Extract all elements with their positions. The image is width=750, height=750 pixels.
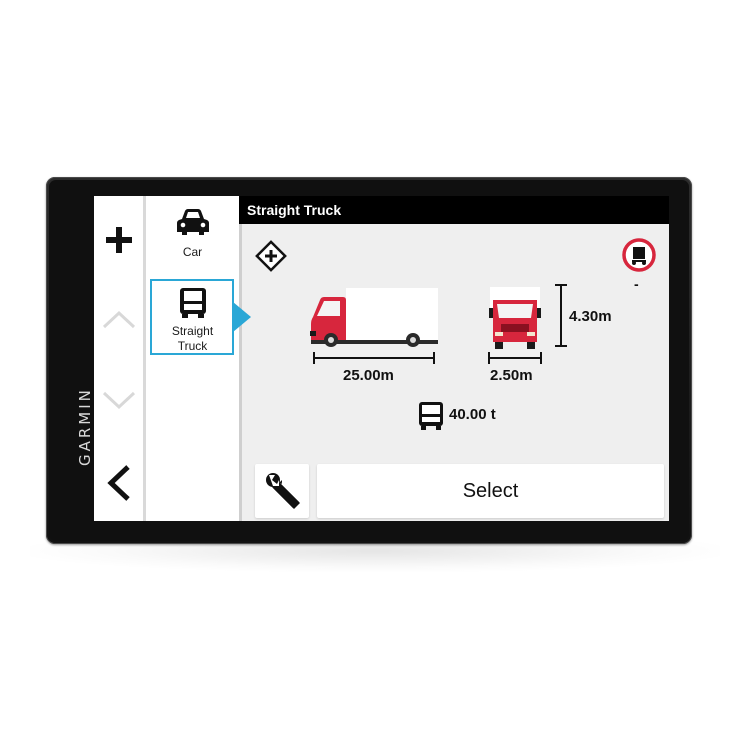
vehicle-length[interactable]: 25.00m — [343, 367, 394, 384]
weight-icon-wrap — [418, 401, 444, 436]
add-button[interactable] — [94, 216, 143, 264]
page-title: Straight Truck — [239, 196, 669, 224]
scroll-up-button[interactable] — [94, 300, 143, 340]
truck-weight-icon — [419, 402, 443, 430]
scroll-down-button[interactable] — [94, 380, 143, 420]
width-dimension-line — [488, 352, 542, 364]
chevron-down-icon — [102, 391, 135, 410]
vehicle-weight[interactable]: 40.00 t — [449, 406, 496, 423]
hazmat-button[interactable] — [254, 239, 288, 278]
vehicle-width[interactable]: 2.50m — [490, 367, 533, 384]
truck-front-illustration — [487, 286, 543, 355]
mode-item-car[interactable]: Car — [146, 208, 239, 259]
mode-item-straight-truck-content: Straight Truck — [146, 287, 239, 354]
length-dimension-line — [313, 352, 435, 364]
nav-column — [94, 196, 143, 521]
select-button[interactable]: Select — [317, 464, 664, 518]
truck-side-illustration — [310, 287, 440, 354]
plus-icon — [105, 227, 132, 253]
screen: Car Straight Truck Straight Truck - 25.0… — [94, 196, 669, 521]
vehicle-mode-list: Car Straight Truck — [143, 196, 242, 521]
height-dimension-line — [555, 284, 567, 347]
truck-side-view-icon — [310, 288, 438, 347]
hazmat-diamond-icon — [255, 240, 287, 272]
mode-label-straight-truck: Straight Truck — [171, 324, 214, 353]
selection-pointer — [233, 302, 251, 332]
truck-front-view-icon — [489, 287, 541, 349]
chevron-up-icon — [102, 310, 135, 329]
truck-restriction-sign[interactable] — [622, 238, 656, 277]
restriction-value: - — [634, 276, 639, 292]
back-button[interactable] — [94, 458, 143, 508]
no-trucks-sign-icon — [622, 238, 656, 272]
brand-logo: GARMIN — [76, 387, 94, 466]
truck-icon — [179, 288, 206, 318]
mode-label-car: Car — [182, 245, 203, 259]
settings-button[interactable] — [255, 464, 309, 518]
vehicle-height[interactable]: 4.30m — [569, 308, 612, 325]
car-icon — [176, 209, 209, 235]
wrench-icon — [266, 473, 300, 509]
back-arrow-icon — [106, 465, 130, 501]
select-button-label: Select — [462, 480, 519, 502]
